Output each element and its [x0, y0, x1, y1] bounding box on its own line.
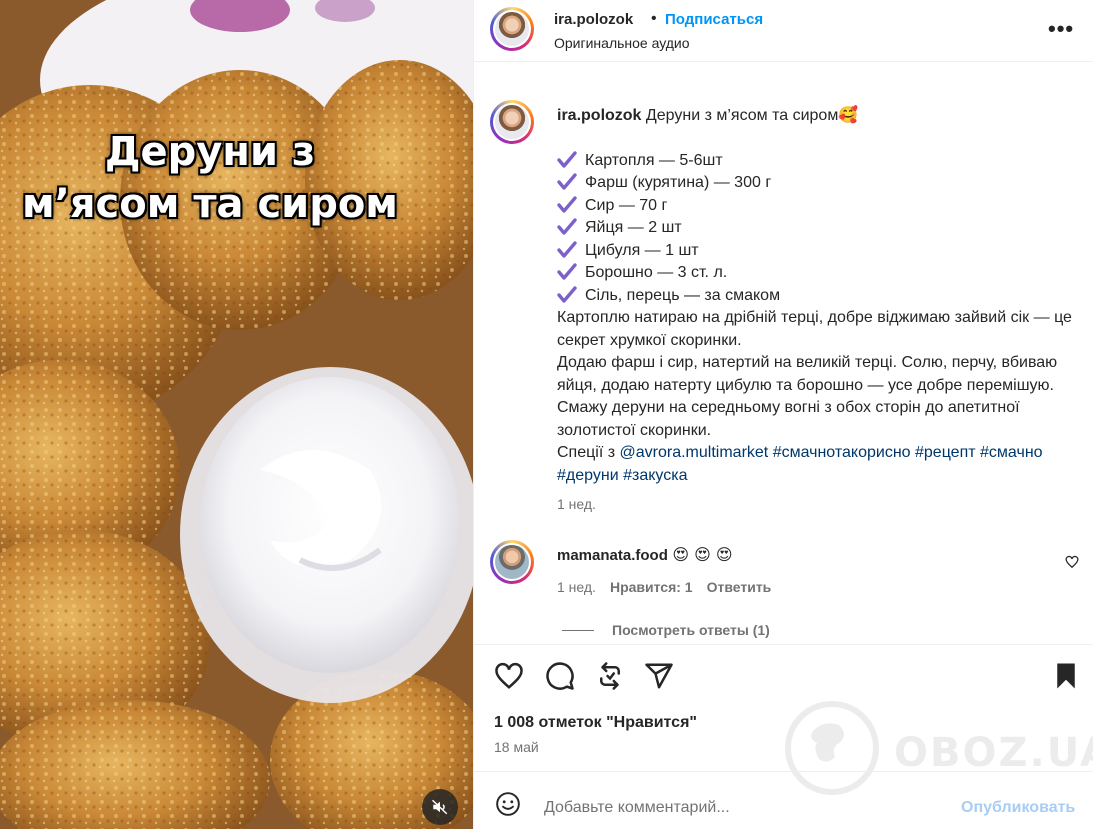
speaker-muted-icon — [431, 799, 448, 815]
hashtag-link[interactable]: #деруни — [557, 467, 619, 484]
ingredient-text: Сир — 70 г — [585, 196, 668, 214]
reply-button[interactable]: Ответить — [707, 579, 772, 595]
likes-count[interactable]: 1 008 отметок "Нравится" — [494, 714, 697, 732]
comment-time[interactable]: 1 нед. — [557, 579, 596, 595]
commenter-username[interactable]: mamanata.food — [557, 547, 668, 564]
comment-likes[interactable]: Нравится: 1 — [610, 579, 693, 595]
ingredient-text: Цибуля — 1 шт — [585, 241, 699, 259]
post-date[interactable]: 18 май — [494, 739, 539, 755]
comment-meta: 1 нед. Нравится: 1 Ответить — [557, 579, 771, 595]
post-panel: ira.polozok • Подписаться Оригинальное а… — [473, 0, 1093, 829]
author-username[interactable]: ira.polozok — [554, 11, 633, 28]
ingredient-text: Сіль, перець — за смаком — [585, 286, 781, 304]
comment-like-icon[interactable] — [1065, 555, 1079, 569]
ingredients-list: Картопля — 5-6шт Фарш (курятина) — 300 г С… — [557, 150, 1077, 308]
ingredient-item: Картопля — 5-6шт — [557, 150, 1077, 173]
checkmark-icon — [557, 286, 579, 306]
comment-text: 😍 😍 😍 — [672, 545, 733, 564]
hashtag-link[interactable]: #рецепт — [915, 444, 976, 461]
food-photo — [0, 0, 473, 829]
separator-dot: • — [651, 10, 657, 27]
checkmark-icon — [557, 241, 579, 261]
author-avatar[interactable] — [490, 7, 534, 51]
action-bar — [474, 644, 1093, 704]
view-replies-button[interactable]: Посмотреть ответы (1) — [562, 622, 770, 638]
like-icon[interactable] — [494, 661, 524, 691]
comment-icon[interactable] — [545, 661, 575, 691]
spices-prefix: Спеції з — [557, 444, 620, 461]
ingredient-item: Борошно — 3 ст. л. — [557, 262, 1077, 285]
add-comment-bar: Добавьте комментарий... Опубликовать — [474, 771, 1093, 829]
hashtag-link[interactable]: #закуска — [623, 467, 687, 484]
checkmark-icon — [557, 151, 579, 171]
caption-avatar[interactable] — [490, 100, 534, 144]
publish-button[interactable]: Опубликовать — [961, 799, 1075, 817]
caption-paragraph-1: Картоплю натираю на дрібній терці, добре… — [557, 309, 1072, 349]
more-options-icon[interactable]: ••• — [1048, 16, 1074, 42]
checkmark-icon — [557, 218, 579, 238]
post-media[interactable]: Деруни з м’ясом та сиром — [0, 0, 473, 829]
mute-button[interactable] — [422, 789, 458, 825]
ingredient-text: Фарш (курятина) — 300 г — [585, 174, 772, 191]
share-icon[interactable] — [644, 661, 674, 691]
overlay-line-1: Деруни з — [104, 129, 316, 175]
caption-title: Деруни з м’ясом та сиром🥰 — [645, 107, 859, 124]
watermark-text: OBOZ.UA — [894, 730, 1093, 776]
hashtag-link[interactable]: #смачнотакорисно — [773, 444, 911, 461]
ingredient-text: Яйця — 2 шт — [585, 219, 682, 236]
caption-paragraph-2: Додаю фарш і сир, натертий на великій те… — [557, 354, 1058, 439]
checkmark-icon — [557, 263, 579, 283]
overlay-line-2: м’ясом та сиром — [21, 181, 399, 227]
caption-tags: Спеції з @avrora.multimarket #смачнотако… — [557, 442, 1077, 487]
comment: mamanata.food 😍 😍 😍 — [557, 545, 733, 565]
ingredient-item: Сіль, перець — за смаком — [557, 285, 1077, 308]
video-overlay-title: Деруни з м’ясом та сиром — [0, 126, 420, 230]
audio-label[interactable]: Оригинальное аудио — [554, 35, 690, 51]
post-header: ira.polozok • Подписаться Оригинальное а… — [474, 0, 1093, 62]
ingredient-item: Яйця — 2 шт — [557, 217, 1077, 240]
ingredient-text: Борошно — 3 ст. л. — [585, 264, 728, 281]
ingredient-item: Сир — 70 г — [557, 195, 1077, 218]
checkmark-icon — [557, 173, 579, 193]
hashtag-link[interactable]: #смачно — [980, 444, 1043, 461]
checkmark-icon — [557, 196, 579, 216]
ingredient-item: Цибуля — 1 шт — [557, 240, 1077, 263]
save-bookmark-icon[interactable] — [1051, 661, 1081, 691]
post-caption: ira.polozok Деруни з м’ясом та сиром🥰 Ка… — [557, 105, 1077, 487]
view-replies-label: Посмотреть ответы (1) — [612, 622, 770, 638]
follow-button[interactable]: Подписаться — [665, 11, 763, 28]
commenter-avatar[interactable] — [490, 540, 534, 584]
caption-username[interactable]: ira.polozok — [557, 107, 641, 124]
repost-icon[interactable] — [595, 661, 625, 691]
caption-time[interactable]: 1 нед. — [557, 496, 596, 512]
comment-input[interactable]: Добавьте комментарий... — [544, 799, 730, 817]
ingredient-item: Фарш (курятина) — 300 г — [557, 172, 1077, 195]
mention-link[interactable]: @avrora.multimarket — [620, 444, 769, 461]
ingredient-text: Картопля — 5-6шт — [585, 151, 723, 169]
emoji-icon[interactable] — [495, 791, 521, 817]
